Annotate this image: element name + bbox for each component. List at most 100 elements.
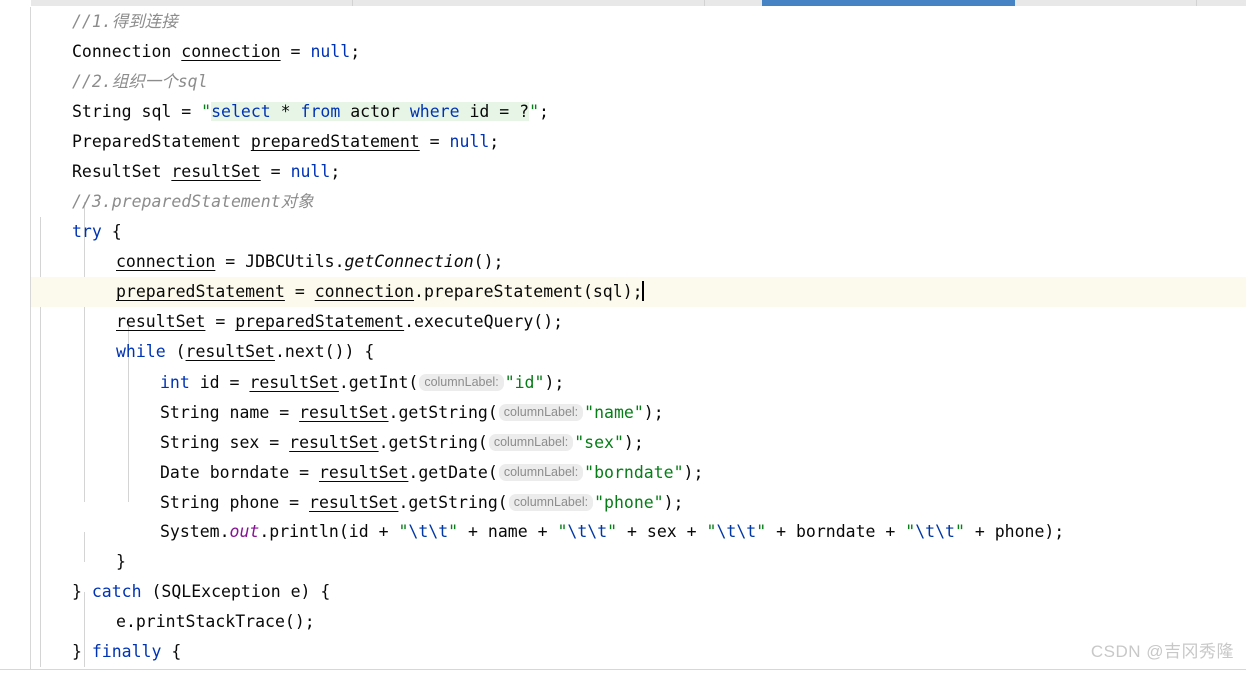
code-line[interactable]: e.printStackTrace(); [32, 607, 1246, 637]
code-line[interactable]: String phone = resultSet.getString(colum… [32, 487, 1246, 517]
sql-keyword-where: where [409, 102, 460, 121]
operator: + [875, 522, 906, 541]
method-token: prepareStatement [423, 282, 583, 301]
variable-token: sex [646, 522, 677, 541]
scrollbar-track[interactable] [31, 0, 1246, 6]
call-close: ); [663, 493, 684, 512]
operator: + [617, 522, 647, 541]
static-field-out: out [229, 522, 260, 541]
code-line[interactable]: try { [32, 217, 1246, 247]
code-line[interactable]: String sql = "select * from actor where … [32, 97, 1246, 127]
call-open: ( [338, 522, 349, 541]
code-line[interactable]: PreparedStatement preparedStatement = nu… [32, 127, 1246, 157]
variable-token: id [199, 373, 220, 392]
field-token: resultSet [185, 342, 275, 361]
argument-sql: sql [592, 282, 623, 301]
operator: = [419, 132, 450, 151]
dot: . [259, 522, 270, 541]
editor-gutter[interactable] [0, 7, 31, 669]
field-token: preparedStatement [235, 312, 405, 331]
dot: . [398, 493, 409, 512]
code-line[interactable]: } [32, 547, 1246, 577]
scrollbar-tick [1196, 0, 1197, 6]
method-token: getString [408, 493, 498, 512]
sql-keyword-select: select [211, 102, 271, 121]
code-line-current[interactable]: preparedStatement = connection.prepareSt… [32, 277, 1246, 307]
field-token: resultSet [299, 403, 389, 422]
method-token: println [269, 522, 339, 541]
operator: + [964, 522, 995, 541]
string-quote-close: " [607, 522, 618, 541]
type-token: Date [160, 463, 200, 482]
code-line[interactable]: //3.preparedStatement对象 [32, 187, 1246, 217]
method-token: printStackTrace [135, 612, 285, 631]
code-line[interactable]: //1.得到连接 [32, 7, 1246, 37]
escape-sequence: \t\t [408, 522, 449, 541]
sql-parameter-placeholder: ? [519, 102, 530, 121]
operator: = [171, 102, 202, 121]
scrollbar-thumb[interactable] [762, 0, 1015, 6]
call-close: ); [643, 403, 664, 422]
type-token: String [160, 493, 220, 512]
call-open: ( [487, 403, 498, 422]
dot: . [388, 403, 399, 422]
parameter-hint-columnlabel: columnLabel: [498, 404, 584, 421]
semicolon: ; [330, 162, 341, 181]
call-open: ( [477, 433, 488, 452]
field-token: resultSet [116, 312, 206, 331]
injected-sql-fragment: select * from actor where id = ? [211, 102, 530, 121]
variable-token: e [116, 612, 126, 631]
type-token: ResultSet [72, 162, 162, 181]
dot: . [334, 252, 345, 271]
operator: + [527, 522, 558, 541]
code-line[interactable]: Date borndate = resultSet.getDate(column… [32, 457, 1246, 487]
string-quote-close: " [954, 522, 965, 541]
method-token: getInt [348, 373, 409, 392]
string-quote-close: " [448, 522, 459, 541]
field-token: resultSet [249, 373, 339, 392]
string-literal: "name" [584, 403, 644, 422]
code-line[interactable]: String sex = resultSet.getString(columnL… [32, 427, 1246, 457]
sql-keyword-from: from [300, 102, 341, 121]
call-open: ( [497, 493, 508, 512]
horizontal-scrollbar[interactable] [0, 0, 1246, 7]
code-line[interactable]: } catch (SQLException e) { [32, 577, 1246, 607]
brace-close: } [72, 642, 92, 661]
variable-token: borndate [209, 463, 290, 482]
code-line[interactable]: Connection connection = null; [32, 37, 1246, 67]
code-line[interactable]: while (resultSet.next()) { [32, 337, 1246, 367]
call-parens: (); [284, 612, 315, 631]
operator: + [766, 522, 796, 541]
field-token: connection [181, 42, 281, 61]
paren-close-brace: ()) { [324, 342, 375, 361]
operator: = [205, 312, 236, 331]
code-line[interactable]: ResultSet resultSet = null; [32, 157, 1246, 187]
field-token: resultSet [289, 433, 379, 452]
field-token: preparedStatement [116, 282, 285, 301]
code-line[interactable]: int id = resultSet.getInt(columnLabel: "i… [32, 367, 1246, 397]
code-content[interactable]: //1.得到连接 Connection connection = null; /… [32, 7, 1246, 669]
code-editor-window: //1.得到连接 Connection connection = null; /… [0, 0, 1246, 676]
dot: . [274, 342, 285, 361]
semicolon: ; [350, 42, 361, 61]
operator: + [458, 522, 488, 541]
string-quote-close: " [529, 102, 539, 121]
field-token: connection [116, 252, 216, 271]
escape-sequence: \t\t [567, 522, 608, 541]
operator: = [259, 433, 290, 452]
code-line[interactable]: String name = resultSet.getString(column… [32, 397, 1246, 427]
code-line[interactable]: //2.组织一个sql [32, 67, 1246, 97]
code-line[interactable]: System.out.println(id + "\t\t" + name + … [32, 517, 1246, 547]
code-line[interactable]: } finally { [32, 637, 1246, 667]
code-line[interactable]: resultSet = preparedStatement.executeQue… [32, 307, 1246, 337]
operator: = [280, 42, 311, 61]
method-token: getDate [418, 463, 488, 482]
code-line[interactable]: connection = JDBCUtils.getConnection(); [32, 247, 1246, 277]
